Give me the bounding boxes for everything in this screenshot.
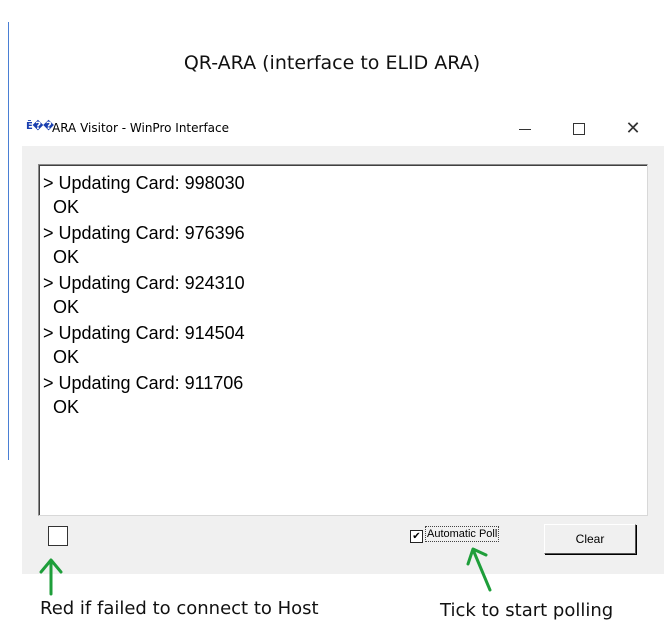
connection-status-indicator bbox=[48, 526, 68, 546]
page-left-rule bbox=[8, 22, 9, 460]
maximize-button[interactable] bbox=[556, 114, 602, 144]
window-title: ARA Visitor - WinPro Interface bbox=[52, 121, 230, 135]
window-titlebar[interactable]: Ē�� ARA Visitor - WinPro Interface ✕ bbox=[22, 112, 664, 146]
status-caption: Red if failed to connect to Host bbox=[40, 598, 319, 619]
automatic-poll-checkbox[interactable]: ✔ bbox=[410, 530, 423, 543]
page-heading: QR-ARA (interface to ELID ARA) bbox=[183, 52, 481, 74]
polling-caption: Tick to start polling bbox=[440, 600, 614, 621]
automatic-poll-label[interactable]: Automatic Poll bbox=[424, 526, 500, 542]
arrow-up-icon bbox=[39, 558, 63, 596]
window-client-area: > Updating Card: 998030 OK > Updating Ca… bbox=[22, 146, 664, 574]
log-line: OK bbox=[43, 347, 80, 367]
arrow-up-icon bbox=[466, 547, 492, 592]
log-line: > Updating Card: 976396 bbox=[43, 223, 245, 243]
log-line: > Updating Card: 998030 bbox=[43, 173, 245, 193]
log-line: > Updating Card: 911706 bbox=[43, 373, 244, 393]
log-line: > Updating Card: 924310 bbox=[43, 273, 245, 293]
log-line: OK bbox=[43, 297, 80, 317]
minimize-button[interactable] bbox=[502, 114, 548, 144]
log-line: OK bbox=[43, 247, 80, 267]
log-line: OK bbox=[43, 197, 80, 217]
app-icon: Ē�� bbox=[26, 121, 54, 132]
maximize-icon bbox=[573, 123, 585, 135]
close-button[interactable]: ✕ bbox=[610, 114, 656, 144]
minimize-icon bbox=[519, 128, 531, 130]
clear-button-label: Clear bbox=[575, 532, 605, 546]
log-output[interactable]: > Updating Card: 998030 OK > Updating Ca… bbox=[38, 164, 648, 516]
log-line: OK bbox=[43, 397, 80, 417]
close-icon: ✕ bbox=[625, 118, 641, 139]
clear-button[interactable]: Clear bbox=[544, 524, 636, 554]
log-line: > Updating Card: 914504 bbox=[43, 323, 245, 343]
